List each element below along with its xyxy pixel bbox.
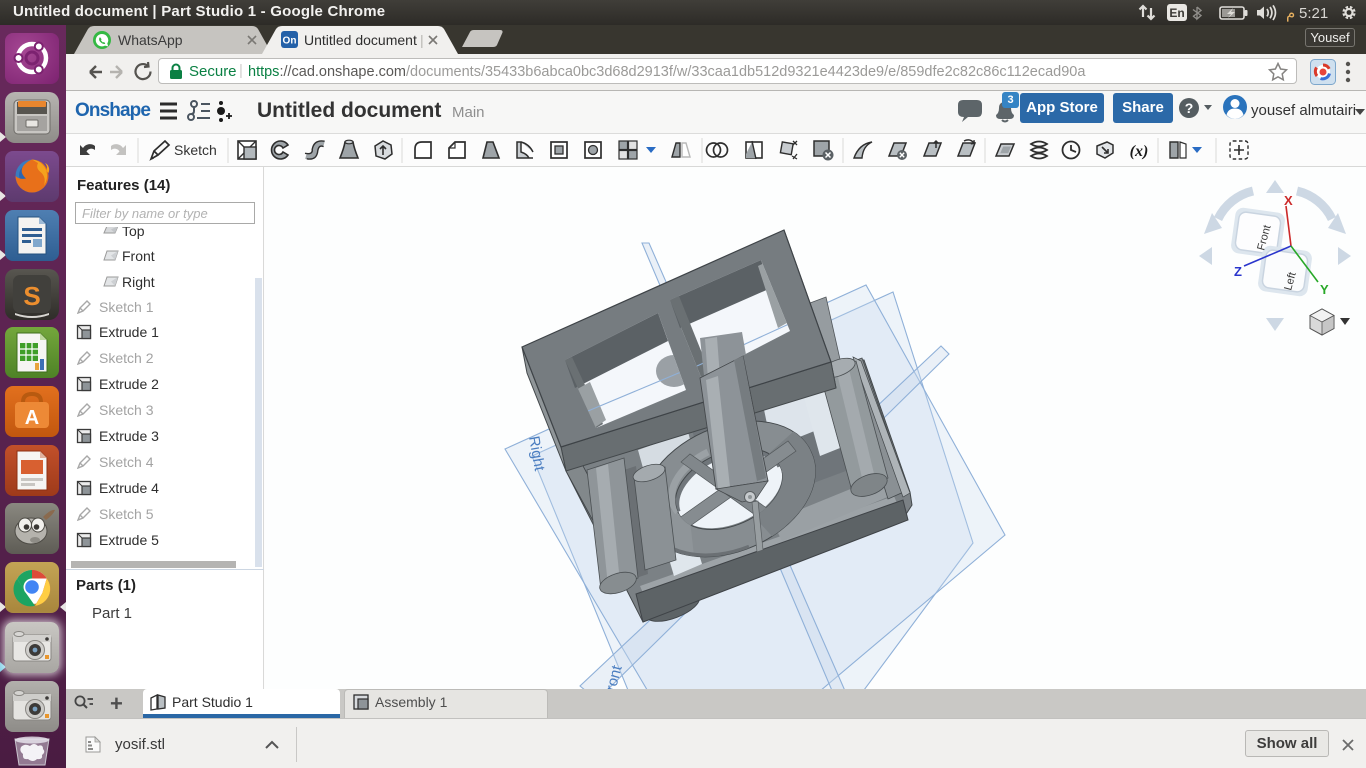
svg-text:|: | xyxy=(420,32,424,48)
svg-text:S: S xyxy=(23,281,40,311)
svg-text:م: م xyxy=(1286,5,1295,22)
svg-text:5:21: 5:21 xyxy=(1299,5,1328,22)
svg-text:A: A xyxy=(25,407,39,429)
svg-text:On: On xyxy=(283,36,297,47)
svg-text:Sketch: Sketch xyxy=(174,142,217,158)
svg-text:WhatsApp: WhatsApp xyxy=(118,32,183,48)
svg-text:Y: Y xyxy=(1320,282,1329,297)
svg-text:Untitled document: Untitled document xyxy=(304,32,417,48)
svg-text:?: ? xyxy=(1185,100,1194,116)
svg-text:(x): (x) xyxy=(1130,143,1149,160)
svg-text:En: En xyxy=(1169,6,1184,20)
svg-text:X: X xyxy=(1284,193,1293,208)
svg-text:Z: Z xyxy=(1234,264,1242,279)
